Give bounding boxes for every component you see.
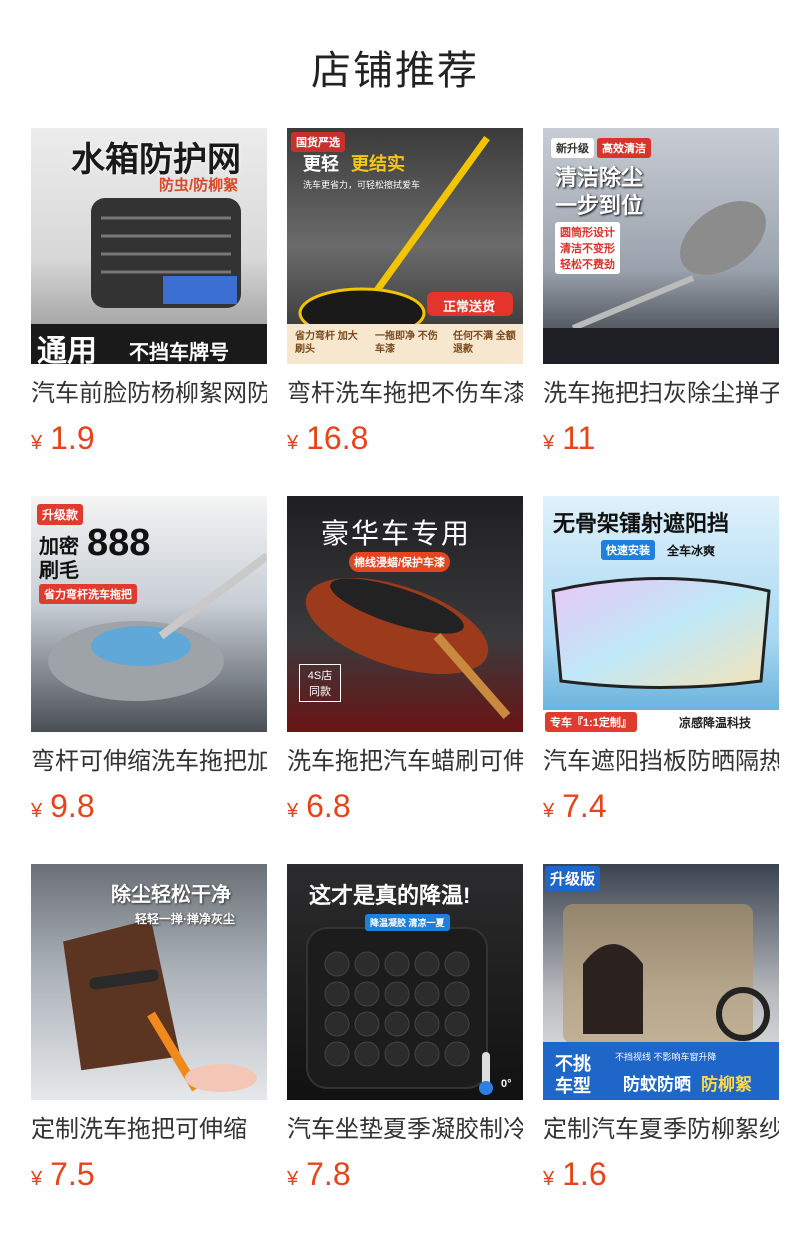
currency-symbol: ¥ [31,800,43,822]
image-caption: 不挡视线 不影响车窗升降 [615,1052,717,1062]
price-value: 9.8 [50,788,95,824]
currency-symbol: ¥ [31,1168,43,1190]
currency-symbol: ¥ [543,432,555,454]
image-caption: 防蚊防晒 [623,1075,691,1094]
product-image: 豪华车专用 棉线浸蜡/保护车漆 4S店 同款 [287,496,523,732]
price-value: 7.8 [306,1156,351,1192]
image-badge: 专车『1:1定制』 [545,712,637,732]
image-caption: 一拖即净 不伤车漆 [375,331,438,355]
image-badge: 高效清洁 [597,138,651,158]
image-caption: 正常送货 [443,299,496,314]
product-card[interactable]: 升级版 不挑 车型 不挡视线 不影响车窗升降 防蚊防晒 防柳絮 定制汽车夏季防柳… [543,864,779,1232]
image-caption: 一步到位 [555,193,644,218]
product-price: ¥9.8 [31,786,267,833]
image-badge: 快速安装 [601,540,655,560]
currency-symbol: ¥ [287,432,299,454]
image-caption: 4S店 同款 [299,664,341,702]
image-caption: 全车冰爽 [667,544,716,558]
product-image: 新升级 高效清洁 清洁除尘 一步到位 圆筒形设计 清洁不变形 轻松不费劲 [543,128,779,364]
image-caption: 这才是真的降温! [309,883,471,908]
product-card[interactable]: 国货严选 更轻 更结实 洗车更省力，可轻松擦拭爱车 正常送货 省力弯杆 加大刷头… [287,128,523,496]
product-name: 汽车遮阳挡板防晒隔热 [543,748,779,775]
image-caption: 无骨架镭射遮阳挡 [553,511,730,536]
product-image: 水箱防护网 防虫/防柳絮 通用 不挡车牌号 [31,128,267,364]
product-price: ¥1.6 [543,1154,779,1201]
product-price: ¥11 [543,418,779,465]
product-card[interactable]: 升级款 加密 刷毛 888 省力弯杆洗车拖把 弯杆可伸缩洗车拖把加 ¥9.8 [31,496,267,864]
product-image: 升级版 不挑 车型 不挡视线 不影响车窗升降 防蚊防晒 防柳絮 [543,864,779,1100]
image-caption: 不挡车牌号 [129,342,229,364]
image-caption: 0° [501,1078,512,1090]
product-name: 汽车前脸防杨柳絮网防 [31,380,267,407]
product-card[interactable]: 这才是真的降温! 降温凝胶 清凉一夏 0° 汽车坐垫夏季凝胶制冷 ¥7.8 [287,864,523,1232]
product-card[interactable]: 无骨架镭射遮阳挡 快速安装 全车冰爽 专车『1:1定制』 凉感降温科技 汽车遮阳… [543,496,779,864]
image-badge: 降温凝胶 清凉一夏 [365,914,450,931]
product-name: 弯杆可伸缩洗车拖把加 [31,748,267,775]
product-price: ¥6.8 [287,786,523,833]
product-card[interactable]: 新升级 高效清洁 清洁除尘 一步到位 圆筒形设计 清洁不变形 轻松不费劲 洗车拖… [543,128,779,496]
product-image: 升级款 加密 刷毛 888 省力弯杆洗车拖把 [31,496,267,732]
image-caption: 轻轻一掸·掸净灰尘 [135,912,235,926]
price-value: 6.8 [306,788,351,824]
product-card[interactable]: 豪华车专用 棉线浸蜡/保护车漆 4S店 同款 洗车拖把汽车蜡刷可伸 ¥6.8 [287,496,523,864]
image-badge: 升级版 [545,866,601,891]
image-caption: 除尘轻松干净 [111,884,231,906]
product-name: 汽车坐垫夏季凝胶制冷 [287,1116,523,1143]
price-value: 1.6 [562,1156,607,1192]
image-caption: 省力弯杆 加大刷头 [295,331,358,355]
product-image: 这才是真的降温! 降温凝胶 清凉一夏 0° [287,864,523,1100]
product-card[interactable]: 除尘轻松干净 轻轻一掸·掸净灰尘 定制洗车拖把可伸缩 ¥7.5 [31,864,267,1232]
currency-symbol: ¥ [31,432,43,454]
image-caption: 通用 [37,335,97,364]
product-price: ¥7.4 [543,786,779,833]
product-image: 除尘轻松干净 轻轻一掸·掸净灰尘 [31,864,267,1100]
image-caption: 888 [87,522,151,564]
image-badge: 国货严选 [291,132,345,152]
product-card[interactable]: 水箱防护网 防虫/防柳絮 通用 不挡车牌号 汽车前脸防杨柳絮网防 ¥1.9 [31,128,267,496]
image-caption: 更结实 [351,154,405,174]
image-caption: 任何不满 全额退款 [453,331,516,355]
image-caption: 洗车更省力，可轻松擦拭爱车 [303,180,421,190]
product-image: 无骨架镭射遮阳挡 快速安装 全车冰爽 专车『1:1定制』 凉感降温科技 [543,496,779,732]
product-price: ¥16.8 [287,418,523,465]
product-name: 定制汽车夏季防柳絮纱 [543,1116,779,1143]
product-name: 定制洗车拖把可伸缩 [31,1116,247,1143]
image-badge: 新升级 [551,138,594,158]
image-caption: 车型 [555,1076,591,1096]
price-value: 11 [562,420,596,456]
currency-symbol: ¥ [543,1168,555,1190]
image-caption: 更轻 [303,154,339,174]
currency-symbol: ¥ [287,800,299,822]
product-grid: 水箱防护网 防虫/防柳絮 通用 不挡车牌号 汽车前脸防杨柳絮网防 ¥1.9 国货… [31,128,779,1232]
image-badge: 省力弯杆洗车拖把 [39,584,137,604]
image-caption: 防虫/防柳絮 [159,177,239,194]
product-price: ¥7.8 [287,1154,523,1201]
currency-symbol: ¥ [287,1168,299,1190]
section-title: 店铺推荐 [311,49,479,93]
price-value: 1.9 [50,420,95,456]
currency-symbol: ¥ [543,800,555,822]
image-caption: 防柳絮 [701,1075,752,1094]
image-caption: 刷毛 [39,560,79,582]
product-price: ¥1.9 [31,418,267,465]
product-price: ¥7.5 [31,1154,267,1201]
product-name: 洗车拖把扫灰除尘掸子 [543,380,779,407]
price-value: 16.8 [306,420,369,456]
product-name: 弯杆洗车拖把不伤车漆 [287,380,523,407]
price-value: 7.5 [50,1156,95,1192]
image-badge: 轻松不费劲 [555,254,620,274]
image-badge: 棉线浸蜡/保护车漆 [349,552,451,572]
image-caption: 豪华车专用 [321,518,472,549]
image-caption: 凉感降温科技 [679,716,752,730]
product-name: 洗车拖把汽车蜡刷可伸 [287,748,523,775]
image-badge: 升级款 [37,504,84,525]
price-value: 7.4 [562,788,607,824]
header: 店铺推荐 [0,0,790,128]
product-image: 国货严选 更轻 更结实 洗车更省力，可轻松擦拭爱车 正常送货 省力弯杆 加大刷头… [287,128,523,364]
